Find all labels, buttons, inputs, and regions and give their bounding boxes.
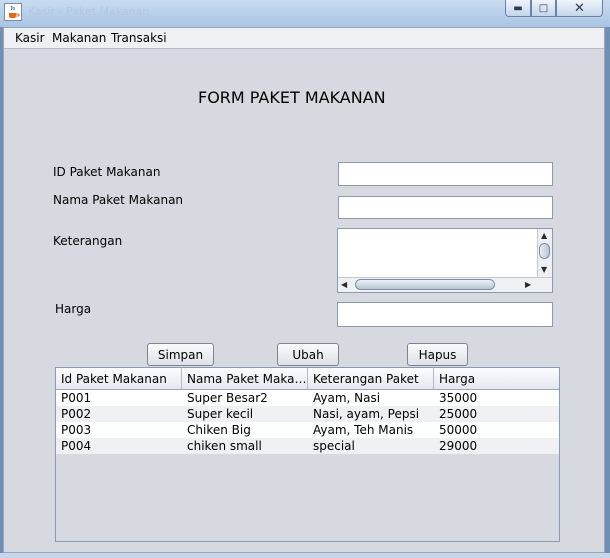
- cell-keterangan: special: [313, 439, 355, 453]
- column-header-harga[interactable]: Harga: [434, 368, 559, 389]
- cell-id: P001: [61, 391, 92, 405]
- table-header: Id Paket Makanan Nama Paket Makan... Ket…: [56, 368, 559, 390]
- close-icon: ✕: [574, 0, 585, 16]
- label-id-paket: ID Paket Makanan: [53, 165, 161, 179]
- cell-id: P004: [61, 439, 92, 453]
- menu-kasir[interactable]: Kasir: [15, 31, 45, 45]
- cell-harga: 25000: [439, 407, 478, 421]
- table-body: P001 Super Besar2 Ayam, Nasi 35000 P002 …: [56, 390, 559, 454]
- form-title: FORM PAKET MAKANAN: [198, 88, 386, 107]
- scroll-up-icon[interactable]: ▲: [541, 232, 547, 240]
- menu-bar: Kasir Makanan Transaksi: [4, 28, 604, 49]
- menu-transaksi[interactable]: Transaksi: [111, 31, 167, 45]
- table-row[interactable]: P004 chiken small special 29000: [56, 438, 559, 454]
- label-keterangan: Keterangan: [53, 234, 123, 248]
- minimize-icon: ▬: [513, 2, 523, 14]
- minimize-button[interactable]: ▬: [505, 0, 531, 17]
- scroll-left-icon[interactable]: ◀: [341, 281, 347, 289]
- nama-paket-input[interactable]: [338, 196, 553, 219]
- ubah-button[interactable]: Ubah: [277, 343, 339, 366]
- label-harga: Harga: [55, 302, 92, 316]
- maximize-icon: □: [538, 2, 549, 14]
- vertical-scroll-thumb[interactable]: [539, 243, 550, 259]
- cell-keterangan: Ayam, Teh Manis: [313, 423, 414, 437]
- maximize-button[interactable]: □: [531, 0, 556, 17]
- cell-harga: 29000: [439, 439, 478, 453]
- horizontal-scrollbar[interactable]: ◀ ▶: [338, 277, 552, 292]
- menu-makanan[interactable]: Makanan: [52, 31, 106, 45]
- vertical-scrollbar[interactable]: ▲ ▼: [537, 229, 552, 278]
- label-nama-paket: Nama Paket Makanan: [53, 193, 184, 207]
- cell-id: P002: [61, 407, 92, 421]
- cell-nama: chiken small: [187, 439, 262, 453]
- scroll-right-icon[interactable]: ▶: [525, 281, 531, 289]
- cell-nama: Super kecil: [187, 407, 254, 421]
- table-row[interactable]: P001 Super Besar2 Ayam, Nasi 35000: [56, 390, 559, 406]
- horizontal-scroll-thumb[interactable]: [355, 279, 495, 290]
- scroll-down-icon[interactable]: ▼: [541, 266, 547, 274]
- keterangan-textarea[interactable]: ▲ ▼ ◀ ▶: [337, 228, 553, 293]
- cell-id: P003: [61, 423, 92, 437]
- cell-nama: Chiken Big: [187, 423, 251, 437]
- cell-harga: 35000: [439, 391, 478, 405]
- cell-harga: 50000: [439, 423, 478, 437]
- hapus-button[interactable]: Hapus: [407, 343, 468, 366]
- table-row[interactable]: P002 Super kecil Nasi, ayam, Pepsi 25000: [56, 406, 559, 422]
- window-title: Kasir - Paket Makanan: [28, 5, 150, 18]
- column-header-id[interactable]: Id Paket Makanan: [56, 368, 182, 389]
- column-header-keterangan[interactable]: Keterangan Paket: [308, 368, 434, 389]
- cell-keterangan: Ayam, Nasi: [313, 391, 381, 405]
- id-paket-input[interactable]: [338, 162, 553, 186]
- cell-nama: Super Besar2: [187, 391, 268, 405]
- cell-keterangan: Nasi, ayam, Pepsi: [313, 407, 420, 421]
- harga-input[interactable]: [337, 302, 553, 327]
- paket-makanan-table: Id Paket Makanan Nama Paket Makan... Ket…: [55, 367, 560, 542]
- simpan-button[interactable]: Simpan: [147, 343, 214, 366]
- window-bottom-edge: [0, 553, 610, 558]
- java-coffee-icon[interactable]: [4, 3, 22, 21]
- title-bar[interactable]: Kasir - Paket Makanan ▬ □ ✕: [0, 0, 610, 27]
- column-header-nama[interactable]: Nama Paket Makan...: [182, 368, 308, 389]
- close-button[interactable]: ✕: [556, 0, 603, 17]
- table-row[interactable]: P003 Chiken Big Ayam, Teh Manis 50000: [56, 422, 559, 438]
